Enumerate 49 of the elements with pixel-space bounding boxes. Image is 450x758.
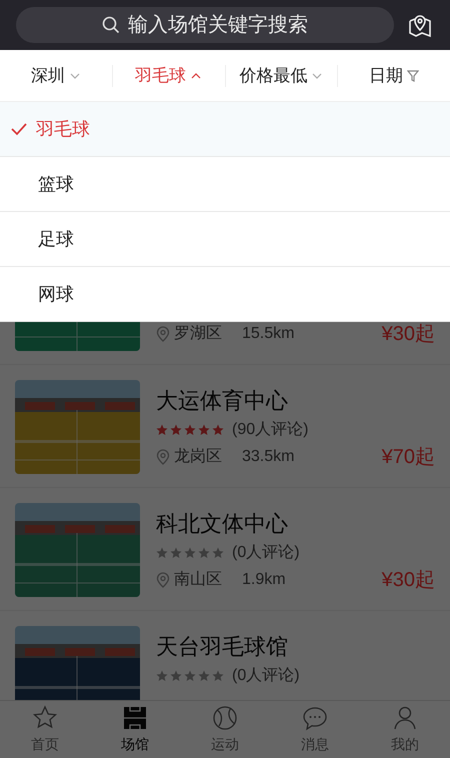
filter-icon (407, 70, 420, 82)
distance-label: 15.5km (242, 324, 294, 344)
star-icon (170, 670, 182, 682)
filter-tab[interactable]: 价格最低 (239, 62, 324, 88)
nav-tab[interactable]: 我的 (360, 701, 450, 758)
location-pin-icon (156, 572, 170, 588)
court-icon (121, 704, 149, 732)
search-icon (102, 16, 120, 34)
star-icon (170, 547, 182, 559)
star-icon (184, 424, 196, 436)
star-icon (198, 547, 210, 559)
venue-name: 大运体育中心 (156, 387, 289, 415)
price-label: ¥30起 (382, 322, 435, 347)
star-icon (156, 424, 168, 436)
district-label: 罗湖区 (174, 324, 222, 344)
price-label: ¥30起 (382, 568, 435, 593)
nav-tab[interactable]: 消息 (270, 701, 360, 758)
star-icon (156, 547, 168, 559)
star-icon (198, 424, 210, 436)
search-field[interactable]: 输入场馆关键字搜索 (16, 7, 394, 43)
star-icon (198, 670, 210, 682)
review-count: (90人评论) (232, 420, 308, 440)
distance-label: 33.5km (242, 447, 294, 467)
star-icon (212, 424, 224, 436)
star-icon (212, 547, 224, 559)
dropdown-option[interactable]: 羽毛球 (0, 102, 450, 157)
star-icon (212, 670, 224, 682)
location-pin-icon (156, 449, 170, 465)
venue-name: 科北文体中心 (156, 510, 289, 538)
district-label: 龙岗区 (174, 446, 222, 467)
nav-tab[interactable]: 场馆 (90, 701, 180, 758)
star-icon (184, 670, 196, 682)
check-icon (10, 122, 28, 136)
review-count: (0人评论) (232, 543, 300, 563)
ball-icon (211, 704, 239, 732)
star-icon (170, 424, 182, 436)
filter-tab[interactable]: 羽毛球 (135, 62, 202, 88)
location-pin-icon (156, 326, 170, 342)
review-count: (0人评论) (232, 666, 300, 686)
filter-tab[interactable]: 深圳 (30, 62, 81, 88)
distance-label: 1.9km (242, 570, 286, 590)
nav-tab[interactable]: 首页 (0, 701, 90, 758)
nav-tab[interactable]: 运动 (180, 701, 270, 758)
star-icon (156, 670, 168, 682)
district-label: 南山区 (174, 570, 222, 590)
price-label: ¥70起 (382, 445, 435, 470)
filter-tab[interactable]: 日期 (369, 62, 420, 88)
star-icon (184, 547, 196, 559)
venue-name: 天台羽毛球馆 (156, 633, 289, 661)
